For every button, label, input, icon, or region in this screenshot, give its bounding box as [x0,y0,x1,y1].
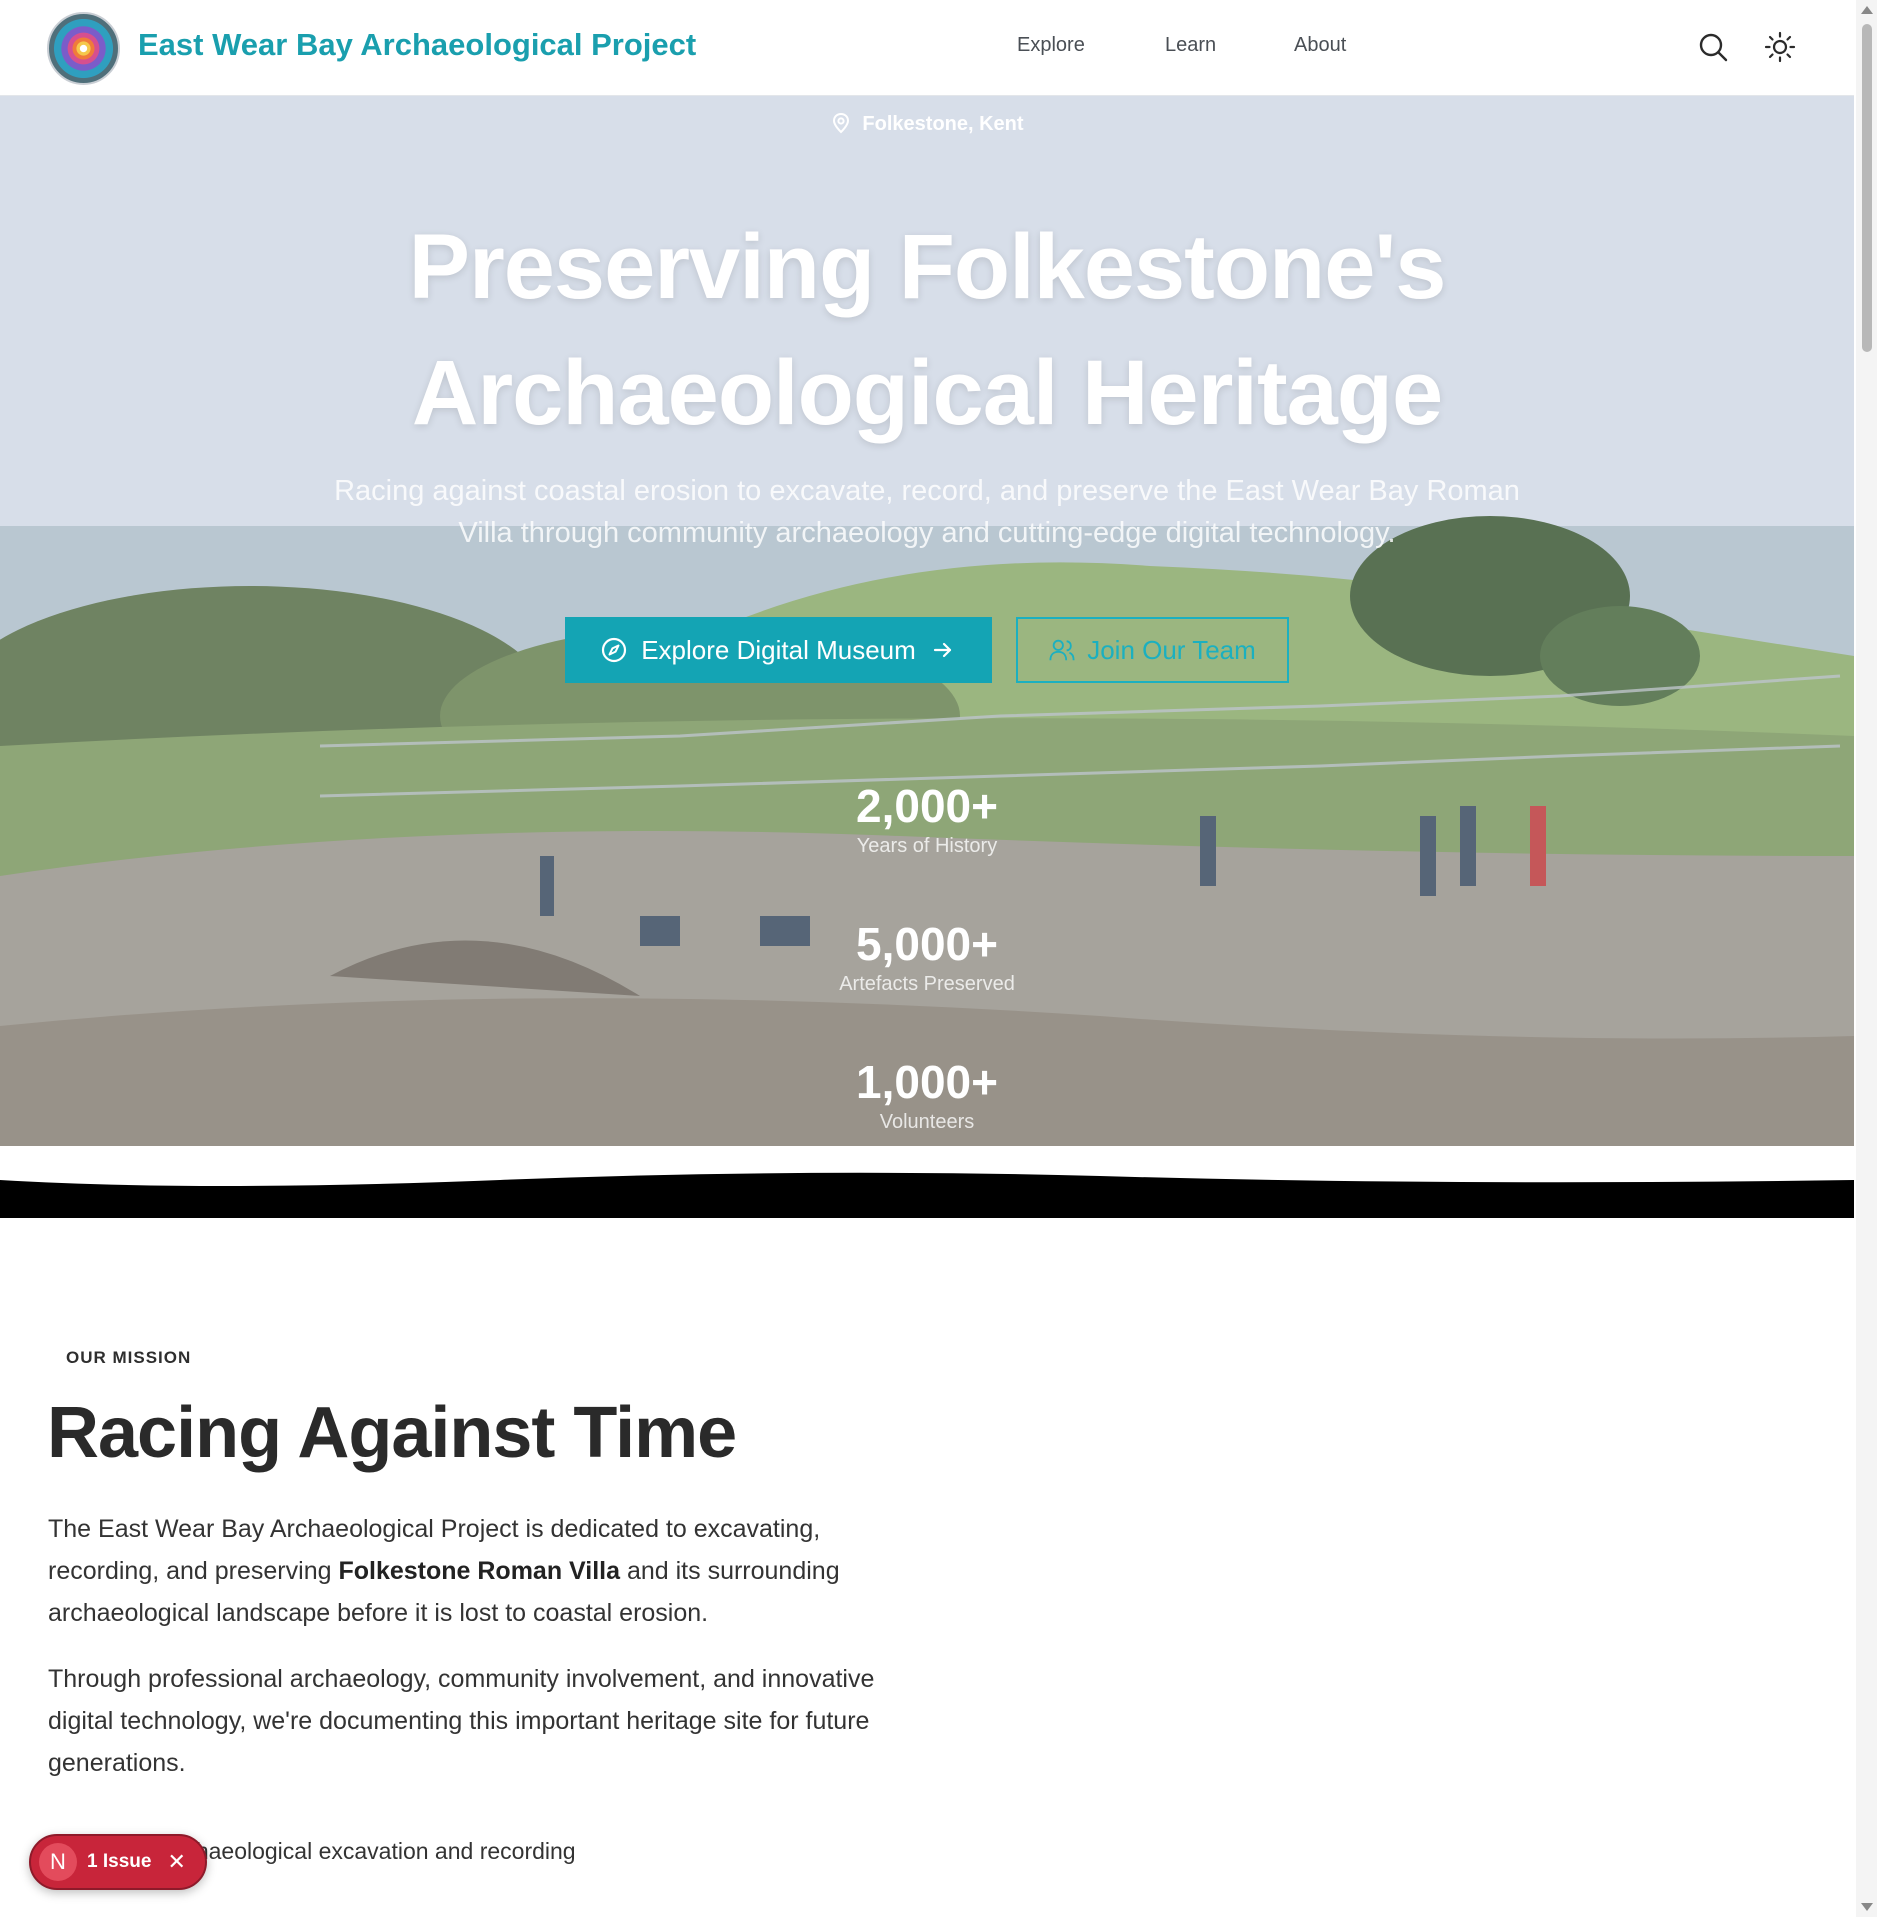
nav-about[interactable]: About [1294,34,1346,57]
issue-count[interactable]: 1 Issue [87,1851,151,1873]
stat-label: Artefacts Preserved [839,973,1015,995]
hero-title-line-1: Preserving Folkestone's [408,216,1447,318]
scroll-down-arrow-icon[interactable] [1861,1903,1873,1911]
location-text: Folkestone, Kent [862,113,1024,135]
stat-value: 1,000+ [856,1056,998,1108]
stat-volunteers: 1,000+ Volunteers [0,1055,1854,1135]
location-pin-icon [833,112,850,134]
theme-toggle-icon[interactable] [1763,30,1797,64]
hero-title-line-2: Archaeological Heritage [411,342,1443,444]
stat-artefacts-preserved: 5,000+ Artefacts Preserved [0,917,1854,997]
stat-value: 5,000+ [856,918,998,970]
close-icon[interactable]: ✕ [167,1849,185,1875]
explore-digital-museum-label: Explore Digital Museum [641,634,916,665]
nav-learn[interactable]: Learn [1165,34,1216,57]
site-header: East Wear Bay Archaeological Project Exp… [0,0,1854,96]
scroll-thumb[interactable] [1862,24,1872,352]
join-our-team-button[interactable]: Join Our Team [1016,617,1289,683]
section-wave-divider [0,1146,1854,1218]
nextjs-logo-icon: N [39,1843,77,1881]
stat-years-of-history: 2,000+ Years of History [0,779,1854,859]
mission-paragraph-2: Through professional archaeology, commun… [48,1665,875,1777]
stat-value: 2,000+ [856,780,998,832]
stat-label: Volunteers [879,1111,975,1133]
site-title[interactable]: East Wear Bay Archaeological Project [138,27,696,63]
search-icon[interactable] [1696,30,1730,64]
hero-title: Preserving Folkestone's Archaeological H… [0,204,1854,456]
join-our-team-label: Join Our Team [1087,634,1256,665]
site-logo[interactable] [47,12,120,85]
compass-icon [602,637,627,663]
scroll-up-arrow-icon[interactable] [1861,6,1873,14]
stat-label: Years of History [856,835,998,857]
hero-section: Folkestone, Kent Preserving Folkestone's… [0,96,1854,1146]
mission-paragraph-1: The East Wear Bay Archaeological Project… [48,1508,938,1634]
hero-subtitle: Racing against coastal erosion to excava… [334,475,1520,549]
users-icon [1049,639,1075,661]
arrow-right-icon [933,642,951,658]
location-label: Folkestone, Kent [0,112,1854,136]
issues-badge[interactable]: N 1 Issue ✕ [29,1834,207,1890]
mission-title: Racing Against Time [47,1393,737,1473]
nav-explore[interactable]: Explore [1017,34,1085,57]
explore-digital-museum-button[interactable]: Explore Digital Museum [565,617,992,683]
mission-p1-highlight: Folkestone Roman Villa [338,1557,621,1585]
mission-eyebrow: OUR MISSION [66,1348,192,1367]
page-scrollbar[interactable] [1856,0,1877,1917]
